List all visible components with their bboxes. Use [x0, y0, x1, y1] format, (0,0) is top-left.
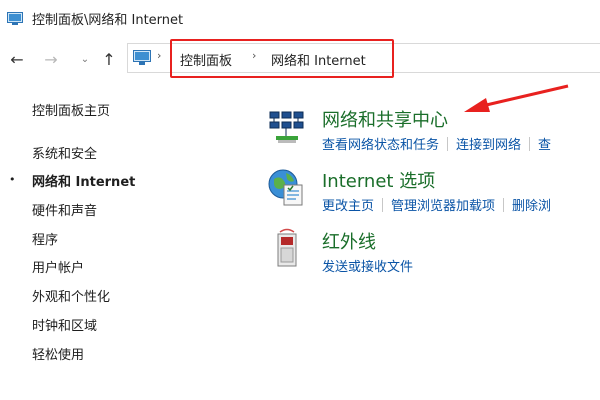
- section-links: 发送或接收文件: [322, 256, 413, 275]
- section-title-network-sharing-center[interactable]: 网络和共享中心: [322, 106, 448, 132]
- internet-options-icon: [266, 167, 308, 209]
- link-manage-addons[interactable]: 管理浏览器加载项: [391, 199, 495, 214]
- link-divider: [382, 198, 384, 212]
- section-internet-options: Internet 选项 更改主页 管理浏览器加载项 删除浏: [264, 167, 600, 217]
- control-panel-window: 控制面板\网络和 Internet ← → ⌄ ↑ › 控制面板 › 网络和 I…: [0, 0, 600, 400]
- section-links: 查看网络状态和任务 连接到网络 查: [322, 134, 551, 153]
- sidebar-item-appearance[interactable]: 外观和个性化: [32, 286, 110, 305]
- title-bar: 控制面板\网络和 Internet: [0, 0, 600, 36]
- control-panel-icon: [133, 50, 151, 66]
- breadcrumb-network-internet[interactable]: 网络和 Internet: [271, 50, 366, 69]
- sidebar-item-system-security[interactable]: 系统和安全: [32, 143, 97, 162]
- link-divider: [503, 198, 505, 212]
- breadcrumb-separator[interactable]: ›: [252, 49, 256, 62]
- sidebar-item-home[interactable]: 控制面板主页: [32, 100, 110, 119]
- window-title: 控制面板\网络和 Internet: [32, 13, 184, 28]
- chevron-down-icon[interactable]: ⌄: [74, 48, 96, 70]
- sidebar-item-programs[interactable]: 程序: [32, 229, 58, 248]
- control-panel-icon: [7, 11, 23, 25]
- link-connect-to-network[interactable]: 连接到网络: [456, 138, 521, 153]
- sidebar-item-clock-region[interactable]: 时钟和区域: [32, 315, 97, 334]
- section-title-infrared[interactable]: 红外线: [322, 228, 376, 254]
- arrow-up-icon[interactable]: ↑: [98, 48, 120, 70]
- section-title-internet-options[interactable]: Internet 选项: [322, 167, 435, 193]
- link-truncated[interactable]: 查: [538, 138, 551, 153]
- sidebar-item-user-accounts[interactable]: 用户帐户: [32, 257, 84, 276]
- network-sharing-center-icon: [268, 108, 310, 150]
- link-change-homepage[interactable]: 更改主页: [322, 199, 374, 214]
- arrow-left-icon[interactable]: ←: [6, 48, 28, 70]
- link-divider: [529, 137, 531, 151]
- navigation-bar: ← → ⌄ ↑ › 控制面板 › 网络和 Internet: [0, 38, 600, 80]
- link-truncated[interactable]: 删除浏: [512, 199, 551, 214]
- section-infrared: 红外线 发送或接收文件: [264, 228, 600, 278]
- sidebar-item-hardware-sound[interactable]: 硬件和声音: [32, 200, 97, 219]
- sidebar-item-network-internet[interactable]: 网络和 Internet: [32, 171, 135, 190]
- address-bar[interactable]: › 控制面板 › 网络和 Internet: [127, 43, 600, 73]
- section-links: 更改主页 管理浏览器加载项 删除浏: [322, 195, 551, 214]
- sidebar-item-ease-of-access[interactable]: 轻松使用: [32, 344, 84, 363]
- link-view-network-status[interactable]: 查看网络状态和任务: [322, 138, 439, 153]
- link-divider: [447, 137, 449, 151]
- breadcrumb-control-panel[interactable]: 控制面板: [180, 50, 232, 69]
- current-item-bullet: •: [9, 173, 16, 186]
- link-send-receive-files[interactable]: 发送或接收文件: [322, 260, 413, 275]
- infrared-icon: [274, 228, 316, 270]
- section-network-sharing-center: 网络和共享中心 查看网络状态和任务 连接到网络 查: [264, 106, 600, 156]
- breadcrumb-separator[interactable]: ›: [157, 49, 161, 62]
- arrow-right-icon[interactable]: →: [40, 48, 62, 70]
